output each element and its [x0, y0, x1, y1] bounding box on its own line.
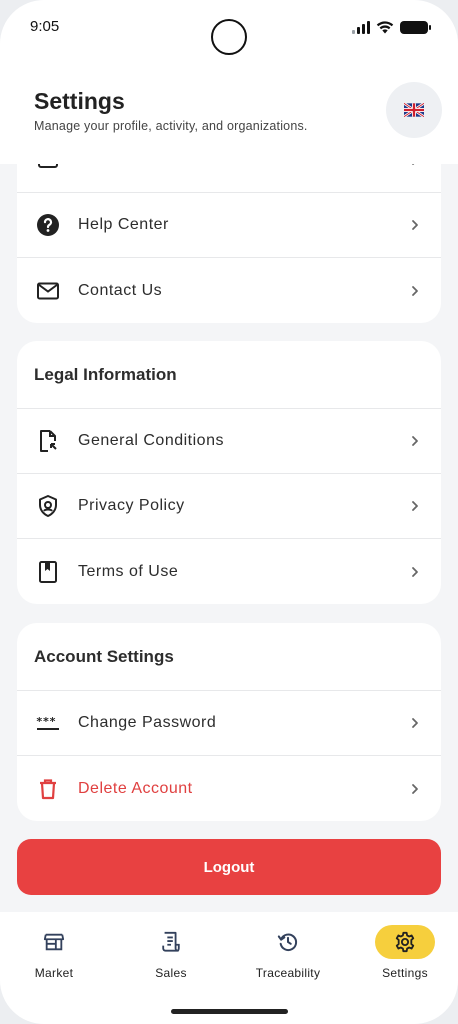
nav-label: Market	[34, 966, 74, 980]
help-center-row[interactable]: Help Center	[17, 193, 441, 258]
password-icon: ***	[35, 710, 61, 736]
nav-label: Traceability	[255, 966, 321, 980]
delete-account-row[interactable]: Delete Account	[17, 756, 441, 821]
terms-of-use-row[interactable]: Terms of Use	[17, 539, 441, 604]
front-camera	[211, 19, 247, 55]
nav-label: Sales	[155, 966, 187, 980]
svg-text:***: ***	[36, 715, 56, 728]
general-conditions-row[interactable]: General Conditions	[17, 409, 441, 474]
phone-screen: 9:05 Settings Manage your profile, activ…	[0, 0, 458, 1024]
nav-item-traceability[interactable]: Traceability	[231, 912, 345, 992]
row-label: Help Center	[78, 216, 169, 233]
bottom-navigation: Market Sales Traceability Settings	[0, 912, 458, 1024]
nav-icon-container	[141, 925, 201, 959]
signal-icon	[352, 20, 370, 34]
status-icons	[352, 20, 431, 34]
language-button[interactable]	[386, 82, 442, 138]
chevron-right-icon	[409, 435, 421, 447]
status-bar: 9:05	[0, 0, 458, 70]
row-label: Terms of Use	[78, 562, 179, 580]
account-settings-card: Account Settings *** Change Password Del…	[17, 623, 441, 821]
card-title: Legal Information	[17, 341, 441, 409]
page-subtitle: Manage your profile, activity, and organ…	[34, 119, 308, 133]
home-indicator	[171, 1009, 288, 1014]
nav-item-sales[interactable]: Sales	[114, 912, 228, 992]
battery-icon	[400, 20, 431, 34]
help-circle-icon	[35, 212, 61, 238]
change-password-row[interactable]: *** Change Password	[17, 691, 441, 756]
nav-item-settings[interactable]: Settings	[348, 912, 458, 992]
row-label: Change Password	[78, 714, 217, 731]
chevron-right-icon	[409, 500, 421, 512]
legal-information-card: Legal Information General Conditions Pri…	[17, 341, 441, 604]
row-label: Privacy Policy	[78, 497, 185, 514]
chevron-right-icon	[409, 219, 421, 231]
uk-flag-icon	[404, 103, 424, 117]
row-label: Delete Account	[78, 779, 193, 797]
chevron-right-icon	[409, 285, 421, 297]
history-icon	[277, 933, 298, 952]
nav-icon-container	[258, 925, 318, 959]
store-icon	[43, 933, 65, 951]
row-label: General Conditions	[78, 432, 224, 449]
privacy-policy-row[interactable]: Privacy Policy	[17, 474, 441, 539]
chevron-right-icon	[409, 783, 421, 795]
bookmark-icon	[35, 559, 61, 585]
page-header: Settings Manage your profile, activity, …	[0, 70, 458, 164]
logout-button[interactable]: Logout	[17, 839, 441, 895]
row-label: Contact Us	[78, 281, 163, 299]
nav-icon-container	[24, 925, 84, 959]
mail-icon	[35, 278, 61, 304]
nav-label: Settings	[382, 966, 428, 980]
nav-icon-container	[375, 925, 435, 959]
chevron-right-icon	[409, 566, 421, 578]
nav-item-market[interactable]: Market	[0, 912, 111, 992]
card-title: Account Settings	[17, 623, 441, 691]
shield-icon	[35, 493, 61, 519]
document-icon	[35, 428, 61, 454]
contact-us-row[interactable]: Contact Us	[17, 258, 441, 323]
wifi-icon	[376, 21, 394, 34]
status-time: 9:05	[30, 18, 60, 35]
receipt-icon	[162, 931, 180, 952]
trash-icon	[35, 776, 61, 802]
page-title: Settings	[34, 88, 125, 114]
gear-icon	[395, 931, 415, 953]
chevron-right-icon	[409, 717, 421, 729]
